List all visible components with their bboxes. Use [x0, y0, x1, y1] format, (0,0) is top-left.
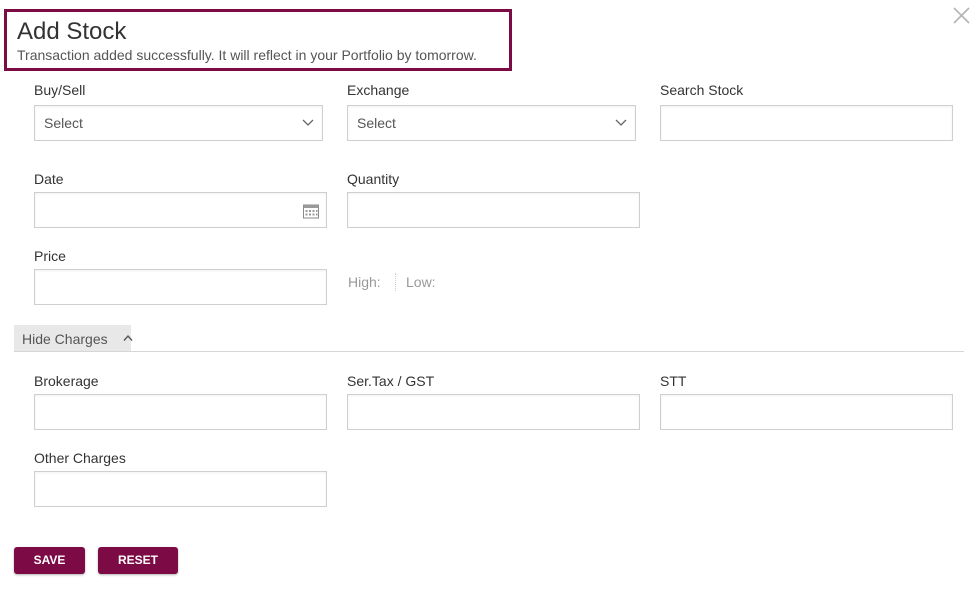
dialog-title: Add Stock — [17, 18, 127, 45]
date-input[interactable] — [34, 192, 327, 228]
date-label: Date — [34, 171, 64, 187]
low-label: Low: — [406, 274, 436, 290]
high-label: High: — [348, 274, 381, 290]
ser-tax-gst-input[interactable] — [347, 394, 640, 430]
price-input[interactable] — [34, 269, 327, 305]
hide-charges-label: Hide Charges — [22, 331, 108, 347]
buy-sell-select[interactable]: Select — [34, 105, 323, 141]
success-banner: Add Stock Transaction added successfully… — [4, 9, 512, 71]
chevron-down-icon — [615, 119, 627, 126]
close-icon — [953, 7, 970, 24]
reset-button[interactable]: RESET — [98, 547, 178, 574]
buy-sell-selected-value: Select — [44, 115, 83, 131]
brokerage-label: Brokerage — [34, 373, 99, 389]
stt-label: STT — [660, 373, 687, 389]
charges-divider — [14, 351, 964, 352]
chevron-up-icon — [123, 334, 133, 341]
buy-sell-label: Buy/Sell — [34, 82, 86, 98]
exchange-selected-value: Select — [357, 115, 396, 131]
success-message: Transaction added successfully. It will … — [17, 47, 477, 63]
close-button[interactable] — [950, 4, 974, 28]
exchange-select[interactable]: Select — [347, 105, 636, 141]
chevron-down-icon — [302, 119, 314, 126]
price-label: Price — [34, 248, 66, 264]
stt-input[interactable] — [660, 394, 953, 430]
calendar-icon[interactable] — [302, 202, 320, 220]
divider — [395, 273, 396, 291]
quantity-label: Quantity — [347, 171, 400, 187]
quantity-input[interactable] — [347, 192, 640, 228]
save-button[interactable]: SAVE — [14, 547, 85, 574]
search-stock-label: Search Stock — [660, 82, 744, 98]
ser-tax-gst-label: Ser.Tax / GST — [347, 373, 435, 389]
brokerage-input[interactable] — [34, 394, 327, 430]
search-stock-input[interactable] — [660, 105, 953, 141]
hide-charges-toggle[interactable]: Hide Charges — [14, 325, 133, 352]
exchange-label: Exchange — [347, 82, 410, 98]
other-charges-input[interactable] — [34, 471, 327, 507]
other-charges-label: Other Charges — [34, 450, 126, 466]
